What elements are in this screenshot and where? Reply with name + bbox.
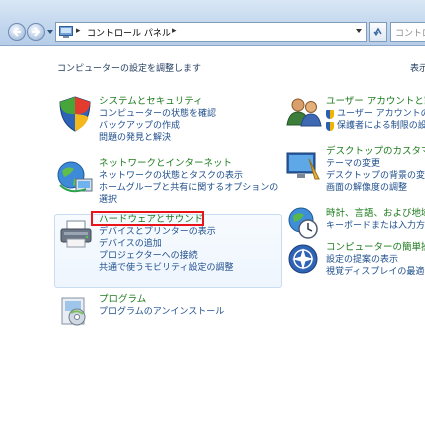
ease-of-access-icon[interactable] — [287, 243, 319, 275]
category-title-user-accounts[interactable]: ユーザー アカウントと家 — [326, 95, 425, 108]
category-title-system-security[interactable]: システムとセキュリティ — [99, 95, 216, 108]
link-network-status-tasks[interactable]: ネットワークの状態とタスクの表示 — [99, 170, 278, 182]
category-programs: プログラム プログラムのアンインストール — [99, 293, 224, 318]
control-panel-icon — [59, 26, 73, 38]
address-dropdown-icon[interactable] — [356, 29, 362, 33]
category-title-appearance[interactable]: デスクトップのカスタマイ — [326, 145, 425, 158]
category-title-clock-language-region[interactable]: 時計、言語、および地域 — [326, 207, 425, 220]
link-change-keyboard-input[interactable]: キーボードまたは入力方法 — [326, 220, 425, 232]
category-ease-of-access: コンピューターの簡単操作 設定の提案の表示 視覚ディスプレイの最適化 — [326, 241, 425, 278]
category-user-accounts: ユーザー アカウントと家 ユーザー アカウントの 保護者による制限の設 — [326, 95, 425, 132]
link-add-device[interactable]: デバイスの追加 — [99, 238, 233, 250]
highlight-box — [91, 211, 204, 226]
link-backup[interactable]: バックアップの作成 — [99, 120, 216, 132]
link-adjust-screen-resolution[interactable]: 画面の解像度の調整 — [326, 182, 425, 194]
forward-button[interactable] — [27, 23, 45, 41]
back-button[interactable] — [8, 23, 26, 41]
page-heading: コンピューターの設定を調整します — [57, 64, 202, 74]
link-change-desktop-background[interactable]: デスクトップの背景の変更 — [326, 170, 425, 182]
link-find-fix-problems[interactable]: 問題の発見と解決 — [99, 132, 216, 144]
address-bar[interactable]: ▸ コントロール パネル ▸ — [55, 22, 367, 42]
refresh-icon — [373, 27, 382, 37]
arrow-right-icon — [32, 27, 41, 37]
desktop-appearance-icon[interactable] — [285, 151, 321, 181]
breadcrumb-separator[interactable]: ▸ — [172, 26, 177, 36]
refresh-button[interactable] — [369, 22, 387, 42]
link-check-computer-status[interactable]: コンピューターの状態を確認 — [99, 108, 216, 120]
link-devices-printers[interactable]: デバイスとプリンターの表示 — [99, 226, 233, 238]
search-placeholder: コントロー — [395, 29, 425, 39]
link-mobility-settings[interactable]: 共通で使うモビリティ設定の調整 — [99, 262, 233, 274]
users-icon[interactable] — [286, 97, 322, 127]
category-title-programs[interactable]: プログラム — [99, 293, 224, 306]
link-homegroup-sharing-options[interactable]: ホームグループと共有に関するオプションの — [99, 182, 278, 194]
breadcrumb-separator[interactable]: ▸ — [76, 26, 81, 36]
link-parental-controls[interactable]: 保護者による制限の設 — [326, 120, 425, 132]
arrow-left-icon — [12, 27, 21, 37]
category-clock-language-region: 時計、言語、および地域 キーボードまたは入力方法 — [326, 207, 425, 232]
category-network-internet: ネットワークとインターネット ネットワークの状態とタスクの表示 ホームグループと… — [99, 157, 278, 206]
shield-icon[interactable] — [57, 95, 93, 133]
clock-globe-icon[interactable] — [286, 206, 320, 240]
control-panel-content: コンピューターの設定を調整します 表示 システムとセキュリティ コンピューターの… — [0, 47, 425, 425]
link-homegroup-sharing-options-cont[interactable]: 選択 — [99, 194, 278, 206]
category-title-network-internet[interactable]: ネットワークとインターネット — [99, 157, 278, 170]
navigation-bar: ▸ コントロール パネル ▸ コントロー — [0, 0, 425, 46]
link-optimize-visual-display[interactable]: 視覚ディスプレイの最適化 — [326, 266, 425, 278]
category-system-security: システムとセキュリティ コンピューターの状態を確認 バックアップの作成 問題の発… — [99, 95, 216, 144]
search-input[interactable]: コントロー — [390, 22, 425, 42]
programs-icon[interactable] — [59, 295, 91, 327]
link-change-account-type[interactable]: ユーザー アカウントの — [326, 108, 425, 120]
category-title-ease-of-access[interactable]: コンピューターの簡単操作 — [326, 241, 425, 254]
link-connect-projector[interactable]: プロジェクターへの接続 — [99, 250, 233, 262]
link-uninstall-program[interactable]: プログラムのアンインストール — [99, 306, 224, 318]
link-let-windows-suggest-settings[interactable]: 設定の提案の表示 — [326, 254, 425, 266]
network-globe-icon[interactable] — [56, 159, 94, 195]
view-by-label: 表示 — [410, 64, 425, 74]
breadcrumb-control-panel[interactable]: コントロール パネル — [87, 26, 171, 39]
recent-pages-dropdown-icon[interactable] — [47, 30, 53, 34]
printer-icon[interactable] — [59, 219, 93, 249]
category-appearance: デスクトップのカスタマイ テーマの変更 デスクトップの背景の変更 画面の解像度の… — [326, 145, 425, 194]
link-change-theme[interactable]: テーマの変更 — [326, 158, 425, 170]
